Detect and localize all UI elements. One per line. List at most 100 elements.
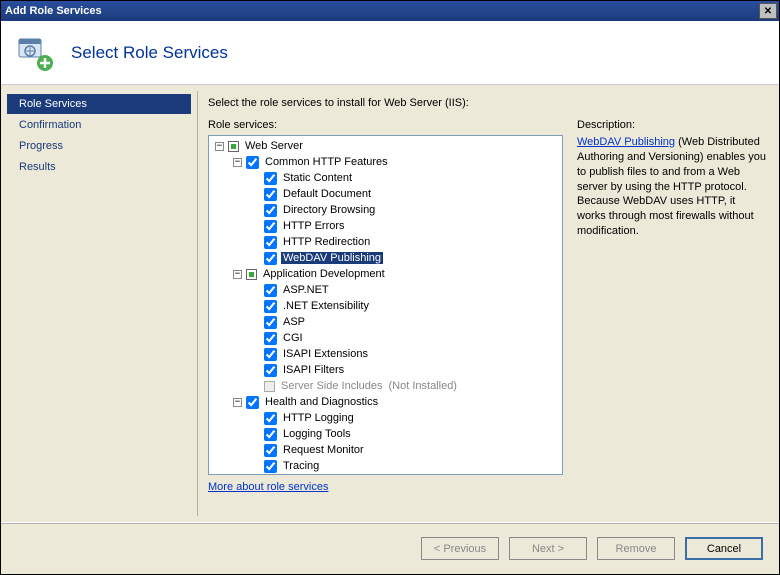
tree-row[interactable]: − Common HTTP Features [209, 154, 562, 170]
tree-row[interactable]: ASP [209, 314, 562, 330]
sidebar-item-results[interactable]: Results [7, 157, 191, 177]
button-bar: < Previous Next > Remove Cancel [1, 522, 779, 574]
previous-button[interactable]: < Previous [421, 537, 499, 560]
tree-row[interactable]: .NET Extensibility [209, 298, 562, 314]
window-title: Add Role Services [5, 5, 102, 17]
checkbox[interactable] [264, 428, 277, 441]
tree-row[interactable]: − Web Server [209, 138, 562, 154]
sidebar-item-role-services[interactable]: Role Services [7, 94, 191, 114]
checkbox[interactable] [264, 348, 277, 361]
wizard-icon [15, 33, 55, 73]
tree-node-label[interactable]: Server Side Includes [279, 380, 385, 392]
tree-node-label[interactable]: HTTP Logging [281, 412, 356, 424]
expander-spacer [251, 366, 260, 375]
tree-node-label[interactable]: Common HTTP Features [263, 156, 390, 168]
tree-node-label[interactable]: CGI [281, 332, 305, 344]
tree-node-label[interactable]: Tracing [281, 460, 321, 472]
tree-node-label[interactable]: WebDAV Publishing [281, 252, 383, 264]
checkbox[interactable] [264, 220, 277, 233]
tree-row[interactable]: Static Content [209, 170, 562, 186]
role-services-tree[interactable]: −Web Server−Common HTTP FeaturesStatic C… [208, 135, 563, 475]
collapse-icon[interactable]: − [233, 158, 242, 167]
tree-row[interactable]: Default Document [209, 186, 562, 202]
expander-spacer [251, 462, 260, 471]
tree-row[interactable]: Request Monitor [209, 442, 562, 458]
tree-node-label[interactable]: Directory Browsing [281, 204, 377, 216]
tree-node-label[interactable]: ASP [281, 316, 307, 328]
tree-node-label[interactable]: Health and Diagnostics [263, 396, 380, 408]
tree-node-label[interactable]: HTTP Redirection [281, 236, 372, 248]
tree-node-label[interactable]: Static Content [281, 172, 354, 184]
expander-spacer [251, 334, 260, 343]
expander-spacer [251, 350, 260, 359]
tree-row[interactable]: HTTP Logging [209, 410, 562, 426]
tree-node-label[interactable]: Application Development [261, 268, 387, 280]
tree-row[interactable]: Server Side Includes(Not Installed) [209, 378, 562, 394]
collapse-icon[interactable]: − [233, 398, 242, 407]
tree-node-label[interactable]: Web Server [243, 140, 305, 152]
tree-row[interactable]: Directory Browsing [209, 202, 562, 218]
tree-row[interactable]: Logging Tools [209, 426, 562, 442]
tree-row[interactable]: ISAPI Filters [209, 362, 562, 378]
checkbox[interactable] [264, 444, 277, 457]
checkbox[interactable] [246, 156, 259, 169]
tree-row[interactable]: Tracing [209, 458, 562, 474]
checkbox[interactable] [264, 188, 277, 201]
close-button[interactable]: ✕ [759, 3, 777, 19]
tree-row[interactable]: ASP.NET [209, 282, 562, 298]
tree-node-label[interactable]: ISAPI Extensions [281, 348, 370, 360]
tree-row[interactable]: CGI [209, 330, 562, 346]
tree-node-label[interactable]: Request Monitor [281, 444, 366, 456]
expander-spacer [251, 302, 260, 311]
tree-node-label[interactable]: ISAPI Filters [281, 364, 346, 376]
expander-spacer [251, 174, 260, 183]
tree-node-label[interactable]: Logging Tools [281, 428, 353, 440]
checkbox[interactable] [264, 332, 277, 345]
checkbox[interactable] [264, 204, 277, 217]
collapse-icon[interactable]: − [233, 270, 242, 279]
tree-row[interactable]: HTTP Redirection [209, 234, 562, 250]
checkbox-tristate[interactable] [246, 269, 257, 280]
instruction-text: Select the role services to install for … [208, 97, 767, 109]
tree-row[interactable]: ISAPI Extensions [209, 346, 562, 362]
tree-row[interactable]: WebDAV Publishing [209, 250, 562, 266]
checkbox[interactable] [264, 236, 277, 249]
tree-row[interactable]: − Application Development [209, 266, 562, 282]
cancel-button[interactable]: Cancel [685, 537, 763, 560]
checkbox[interactable] [264, 300, 277, 313]
expander-spacer [251, 318, 260, 327]
tree-node-label[interactable]: ASP.NET [281, 284, 331, 296]
expander-spacer [251, 446, 260, 455]
next-button[interactable]: Next > [509, 537, 587, 560]
expander-spacer [251, 254, 260, 263]
expander-spacer [251, 238, 260, 247]
tree-node-label[interactable]: HTTP Errors [281, 220, 347, 232]
main-panel: Select the role services to install for … [198, 85, 779, 522]
checkbox[interactable] [264, 364, 277, 377]
expander-spacer [251, 222, 260, 231]
checkbox[interactable] [264, 284, 277, 297]
tree-node-label[interactable]: .NET Extensibility [281, 300, 371, 312]
description-body: (Web Distributed Authoring and Versionin… [577, 136, 766, 237]
body: Role ServicesConfirmationProgressResults… [1, 85, 779, 522]
tree-row[interactable]: − Health and Diagnostics [209, 394, 562, 410]
checkbox[interactable] [246, 396, 259, 409]
checkbox[interactable] [264, 172, 277, 185]
checkbox-disabled [264, 381, 275, 392]
checkbox[interactable] [264, 460, 277, 473]
more-about-link[interactable]: More about role services [208, 481, 563, 493]
tree-label: Role services: [208, 119, 563, 131]
tree-row[interactable]: HTTP Errors [209, 218, 562, 234]
collapse-icon[interactable]: − [215, 142, 224, 151]
checkbox-tristate[interactable] [228, 141, 239, 152]
checkbox[interactable] [264, 316, 277, 329]
sidebar-item-confirmation[interactable]: Confirmation [7, 115, 191, 135]
checkbox[interactable] [264, 252, 277, 265]
description-link[interactable]: WebDAV Publishing [577, 136, 675, 148]
expander-spacer [251, 430, 260, 439]
title-bar: Add Role Services ✕ [1, 1, 779, 21]
checkbox[interactable] [264, 412, 277, 425]
sidebar-item-progress[interactable]: Progress [7, 136, 191, 156]
tree-node-label[interactable]: Default Document [281, 188, 373, 200]
remove-button[interactable]: Remove [597, 537, 675, 560]
